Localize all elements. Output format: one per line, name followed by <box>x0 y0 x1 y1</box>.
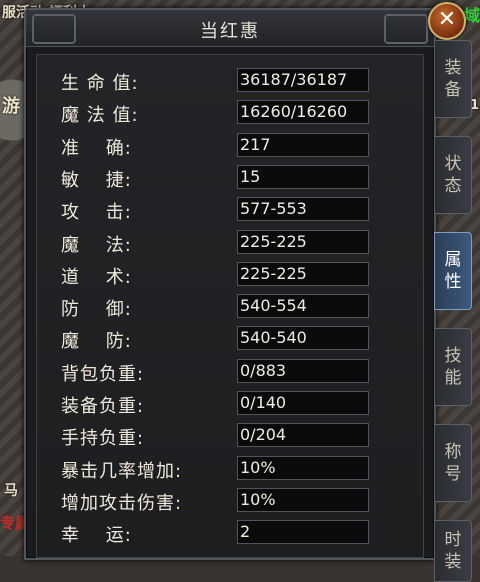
stat-row: 准 确: 217 <box>37 130 423 162</box>
tab-char: 态 <box>444 176 462 196</box>
stat-label: 生 命 值: <box>61 73 139 94</box>
stat-value: 36187/36187 <box>237 68 369 92</box>
stat-label: 魔 法: <box>61 234 132 256</box>
tab-status[interactable]: 状态 <box>434 136 472 214</box>
tab-char: 技 <box>444 346 462 366</box>
stat-value: 540-554 <box>237 294 369 319</box>
tab-skills[interactable]: 技能 <box>434 328 472 406</box>
character-attributes-panel: 当红惠 生 命 值: 36187/36187 魔 法 值: 16260/16260 准 … <box>24 8 436 560</box>
stat-value: 217 <box>237 132 369 157</box>
stat-label: 幸 运: <box>61 525 132 547</box>
stat-value: 0/204 <box>237 423 369 448</box>
stat-value: 2 <box>237 520 369 545</box>
background-left-text: 游 <box>2 96 20 117</box>
tab-char: 属 <box>444 250 462 270</box>
tab-char: 能 <box>444 368 462 388</box>
stat-row: 攻 击: 577-553 <box>37 194 423 226</box>
stat-label: 攻 击: <box>61 202 132 224</box>
stat-row: 装备负重: 0/140 <box>37 388 423 420</box>
tab-fashion[interactable]: 时装 <box>434 520 472 582</box>
character-name: 当红惠 <box>200 21 260 42</box>
stat-label: 道 术: <box>61 266 132 288</box>
stat-value: 0/883 <box>237 358 369 383</box>
stat-value: 577-553 <box>237 197 369 222</box>
stat-row: 增加攻击伤害: 10% <box>37 485 423 517</box>
tab-titles[interactable]: 称号 <box>434 424 472 502</box>
stat-row: 敏 捷: 15 <box>37 162 423 194</box>
stat-label: 暴击几率增加: <box>61 460 183 482</box>
stat-label: 增加攻击伤害: <box>61 492 183 514</box>
tab-char: 装 <box>444 552 462 572</box>
stat-label: 背包负重: <box>61 363 145 385</box>
background-green-text: 域 <box>464 6 480 25</box>
tab-char: 装 <box>444 58 462 78</box>
tab-char: 性 <box>444 272 462 292</box>
stats-list: 生 命 值: 36187/36187 魔 法 值: 16260/16260 准 确: 21… <box>36 54 424 558</box>
stat-row: 生 命 值: 36187/36187 <box>37 65 423 97</box>
stat-value: 16260/16260 <box>237 100 369 125</box>
stat-value: 15 <box>237 164 369 189</box>
close-icon: ✕ <box>437 7 457 32</box>
tab-char: 号 <box>444 464 462 484</box>
stat-row: 魔 法 值: 16260/16260 <box>37 97 423 129</box>
stat-value: 10% <box>237 487 369 512</box>
tab-char: 状 <box>444 154 462 174</box>
stat-label: 魔 法 值: <box>61 105 139 127</box>
tab-char: 时 <box>444 530 462 550</box>
tab-equipment[interactable]: 装备 <box>434 40 472 118</box>
stat-row: 道 术: 225-225 <box>37 259 423 291</box>
stat-row: 暴击几率增加: 10% <box>37 453 423 485</box>
stat-row: 幸 运: 2 <box>37 517 423 549</box>
stat-label: 手持负重: <box>61 428 145 450</box>
stat-value: 225-225 <box>237 229 369 254</box>
stat-label: 防 御: <box>61 299 132 321</box>
tab-char: 备 <box>444 80 462 100</box>
stat-row: 防 御: 540-554 <box>37 291 423 323</box>
stat-value: 225-225 <box>237 261 369 286</box>
stat-label: 准 确: <box>61 137 132 159</box>
tab-attributes[interactable]: 属性 <box>434 232 472 310</box>
stat-row: 手持负重: 0/204 <box>37 420 423 452</box>
stat-row: 魔 防: 540-540 <box>37 323 423 355</box>
stat-row: 魔 法: 225-225 <box>37 227 423 259</box>
stat-label: 敏 捷: <box>61 169 132 191</box>
background-side-text: 马 <box>4 483 18 499</box>
title-bar[interactable]: 当红惠 <box>26 10 434 47</box>
stat-label: 装备负重: <box>61 396 145 417</box>
tab-char: 称 <box>444 442 462 462</box>
stat-value: 540-540 <box>237 326 369 351</box>
stat-row: 背包负重: 0/883 <box>37 356 423 388</box>
close-button[interactable]: ✕ <box>428 2 466 40</box>
stat-value: 10% <box>237 455 369 480</box>
stat-value: 0/140 <box>237 391 369 415</box>
stat-label: 魔 防: <box>61 331 132 353</box>
